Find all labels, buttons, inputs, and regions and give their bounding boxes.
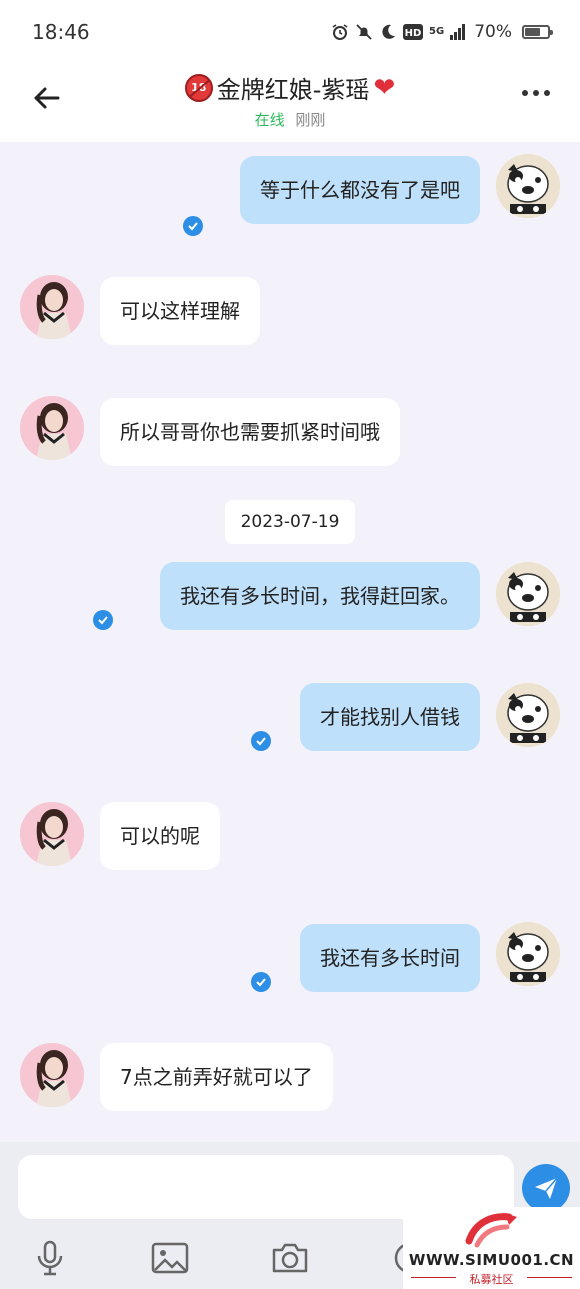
- woman-avatar-icon: [20, 396, 84, 460]
- my-avatar[interactable]: [496, 922, 560, 986]
- svg-text:HD: HD: [405, 28, 422, 39]
- battery-percent: 70%: [474, 22, 512, 42]
- arrow-left-icon: [34, 87, 60, 109]
- status-time: 18:46: [32, 20, 90, 44]
- woman-avatar-icon: [20, 802, 84, 866]
- message-row: 7点之前弄好就可以了: [0, 1043, 580, 1113]
- battery-fill: [525, 28, 541, 36]
- message-row: 我还有多长时间，我得赶回家。: [0, 562, 580, 632]
- watermark-name: 私募社区: [469, 1273, 514, 1286]
- contact-avatar[interactable]: [20, 396, 84, 460]
- dot-icon: [533, 90, 539, 96]
- date-divider: 2023-07-19: [225, 500, 355, 544]
- message-row: 所以哥哥你也需要抓紧时间哦: [0, 396, 580, 466]
- message-row: 可以的呢: [0, 802, 580, 872]
- paper-plane-icon: [535, 1177, 558, 1199]
- divider: [527, 1277, 572, 1278]
- chat-header: 18 金牌红娘-紫瑶 ❤ 在线 刚刚: [0, 62, 580, 142]
- camera-icon: [272, 1243, 308, 1273]
- dog-avatar-icon: [496, 154, 560, 218]
- voice-button[interactable]: [30, 1238, 70, 1278]
- battery-icon: [522, 25, 553, 39]
- back-button[interactable]: [24, 78, 68, 118]
- contact-avatar[interactable]: [20, 275, 84, 339]
- last-seen: 刚刚: [295, 111, 326, 129]
- online-status: 在线: [254, 111, 285, 129]
- camera-button[interactable]: [270, 1238, 310, 1278]
- outgoing-message-bubble[interactable]: 我还有多长时间，我得赶回家。: [160, 562, 480, 630]
- alarm-icon: [332, 24, 348, 40]
- outgoing-message-bubble[interactable]: 等于什么都没有了是吧: [240, 156, 480, 224]
- incoming-message-bubble[interactable]: 可以这样理解: [100, 277, 260, 345]
- incoming-message-bubble[interactable]: 可以的呢: [100, 802, 220, 870]
- site-logo-icon: [465, 1213, 517, 1248]
- read-check-icon: [93, 610, 113, 630]
- moon-icon: [382, 24, 396, 39]
- woman-avatar-icon: [20, 1043, 84, 1107]
- gallery-button[interactable]: [150, 1238, 190, 1278]
- read-check-icon: [251, 972, 271, 992]
- read-check-icon: [183, 216, 203, 236]
- read-check-icon: [251, 731, 271, 751]
- outgoing-message-bubble[interactable]: 我还有多长时间: [300, 924, 480, 992]
- dot-icon: [522, 90, 528, 96]
- contact-avatar[interactable]: [20, 1043, 84, 1107]
- message-row: 可以这样理解: [0, 275, 580, 345]
- message-row: 才能找别人借钱: [0, 683, 580, 753]
- message-list[interactable]: 等于什么都没有了是吧 可以这样理解 所以哥哥你也需要抓紧时间哦 2023-07-…: [0, 142, 580, 1142]
- watermark-site: WWW.SIMU001.CN: [408, 1251, 575, 1269]
- message-row: 等于什么都没有了是吧: [0, 154, 580, 236]
- incoming-message-bubble[interactable]: 7点之前弄好就可以了: [100, 1043, 333, 1111]
- my-avatar[interactable]: [496, 683, 560, 747]
- outgoing-message-bubble[interactable]: 才能找别人借钱: [300, 683, 480, 751]
- send-button[interactable]: [522, 1164, 570, 1212]
- dog-avatar-icon: [496, 683, 560, 747]
- more-options-button[interactable]: [522, 90, 550, 96]
- mute-bell-icon: [356, 24, 372, 40]
- contact-info[interactable]: 18 金牌红娘-紫瑶 ❤ 在线 刚刚: [120, 70, 460, 130]
- mic-icon: [37, 1240, 63, 1276]
- contact-avatar[interactable]: [20, 802, 84, 866]
- dog-avatar-icon: [496, 562, 560, 626]
- my-avatar[interactable]: [496, 562, 560, 626]
- contact-name: 金牌红娘-紫瑶: [216, 76, 370, 104]
- incoming-message-bubble[interactable]: 所以哥哥你也需要抓紧时间哦: [100, 398, 400, 466]
- my-avatar[interactable]: [496, 154, 560, 218]
- signal-icon: [450, 24, 466, 40]
- image-icon: [151, 1242, 189, 1274]
- status-bar: 18:46 HD 5G 70%: [0, 0, 580, 62]
- dog-avatar-icon: [496, 922, 560, 986]
- heart-icon: ❤: [373, 72, 396, 103]
- network-type: 5G: [429, 26, 445, 37]
- message-row: 我还有多长时间: [0, 922, 580, 992]
- status-icons: HD 5G 70%: [331, 22, 553, 42]
- hd-icon: HD: [403, 24, 424, 40]
- woman-avatar-icon: [20, 275, 84, 339]
- watermark: WWW.SIMU001.CN 私募社区: [403, 1207, 580, 1289]
- no-under-18-icon: 18: [184, 73, 213, 102]
- dot-icon: [544, 90, 550, 96]
